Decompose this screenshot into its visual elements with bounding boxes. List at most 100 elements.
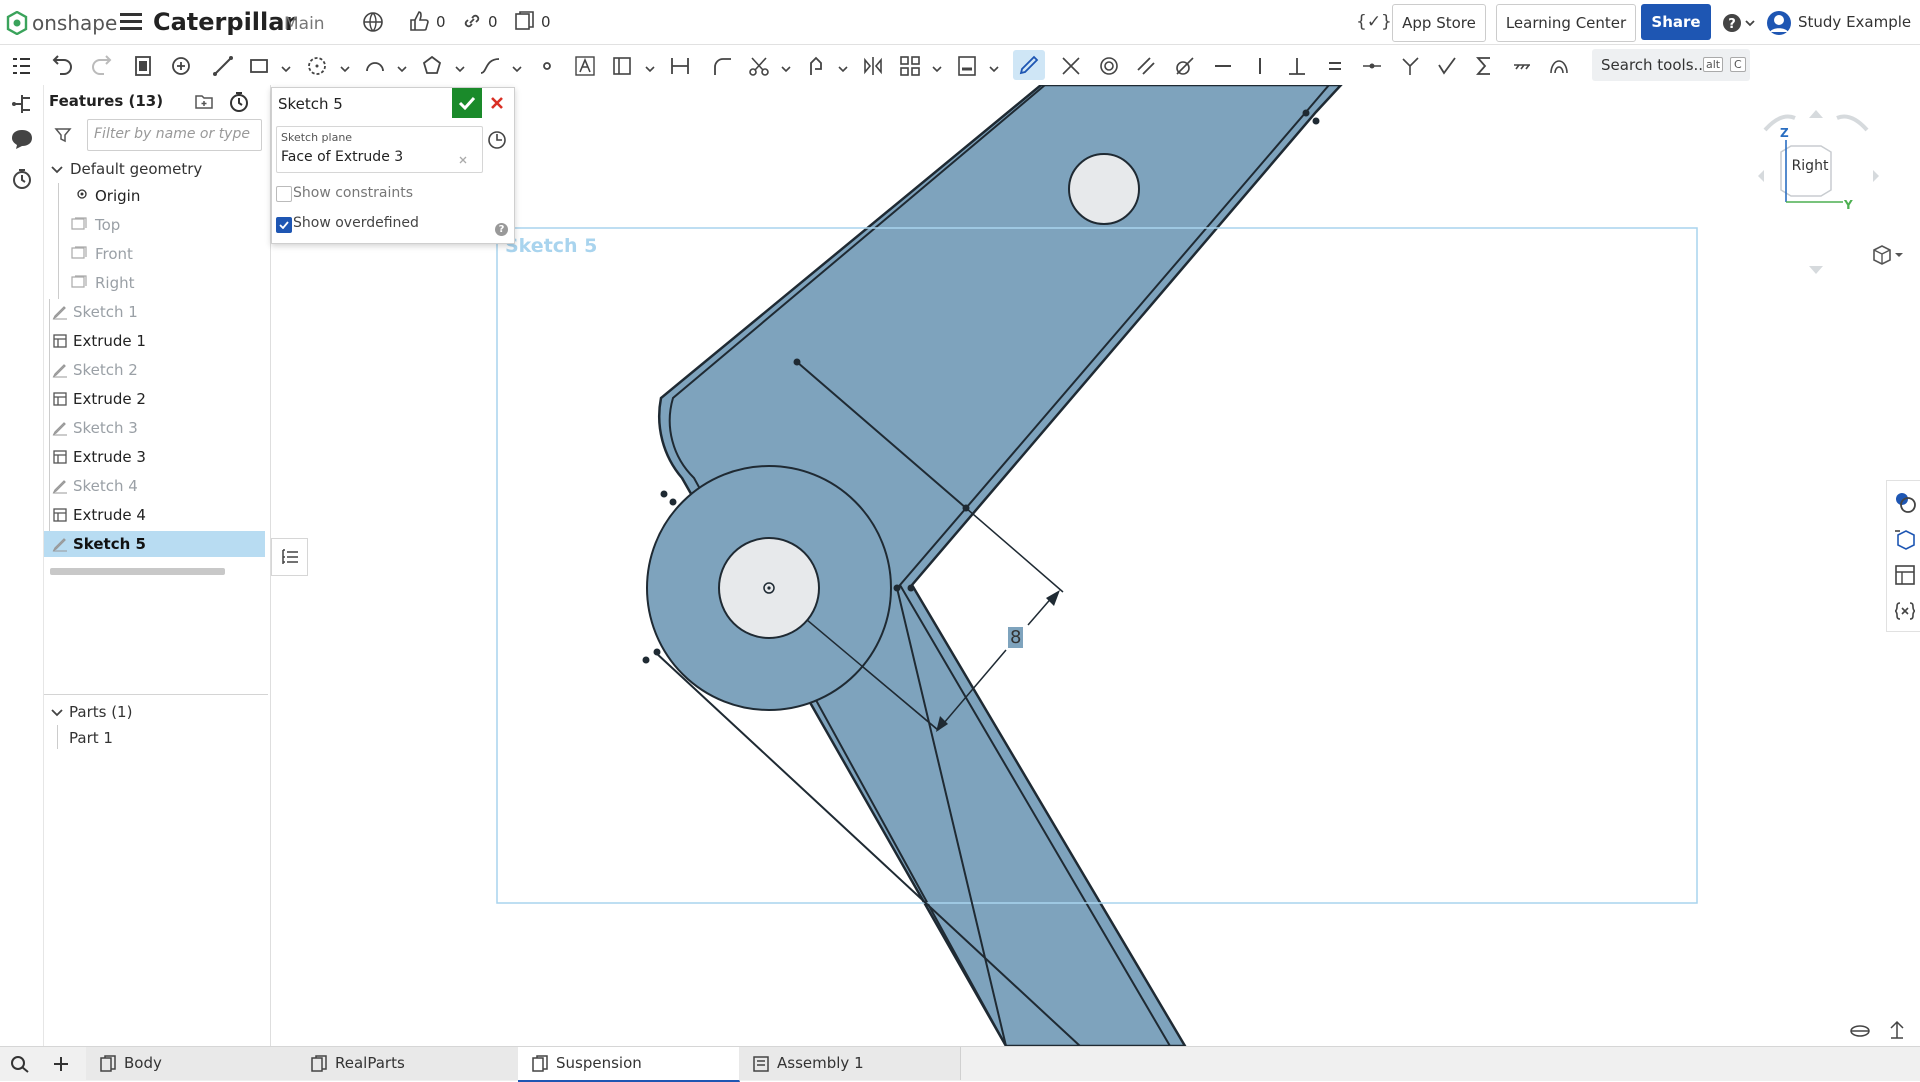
equal-constraint-icon[interactable] (1322, 53, 1348, 79)
spline-dropdown-icon[interactable] (512, 59, 522, 73)
bill-of-materials-icon[interactable] (1893, 563, 1917, 591)
undo-icon[interactable] (50, 53, 76, 79)
filter-icon[interactable] (54, 126, 72, 148)
feature-item[interactable]: Extrude 2 (44, 386, 268, 415)
transform-dropdown-icon[interactable] (838, 59, 848, 73)
sketch-mode-icon[interactable] (1013, 50, 1045, 80)
dxf-dropdown-icon[interactable] (989, 59, 999, 73)
feature-list-icon[interactable] (8, 53, 34, 79)
rollback-timer-icon[interactable] (229, 91, 249, 117)
spline-tool-icon[interactable] (477, 53, 503, 79)
appearance-icon[interactable] (1893, 490, 1917, 518)
measure-icon[interactable] (1887, 1020, 1907, 1044)
app-store-button[interactable]: App Store (1392, 4, 1486, 42)
tab-assembly-1[interactable]: Assembly 1 (739, 1047, 961, 1080)
use-icon[interactable] (168, 53, 194, 79)
text-tool-icon[interactable] (572, 53, 598, 79)
pattern-tool-icon[interactable] (897, 53, 923, 79)
feature-item[interactable]: Extrude 3 (44, 444, 268, 473)
user-name[interactable]: Study Example (1798, 13, 1911, 31)
circle-tool-icon[interactable] (304, 53, 330, 79)
tab-realparts[interactable]: RealParts (297, 1047, 519, 1080)
point-tool-icon[interactable] (534, 53, 560, 79)
history-icon[interactable] (10, 167, 34, 195)
clear-icon[interactable] (458, 155, 468, 165)
user-avatar-icon[interactable] (1766, 10, 1792, 40)
normal-constraint-icon[interactable] (1397, 53, 1423, 79)
cancel-button[interactable] (485, 90, 509, 116)
feature-item[interactable]: Sketch 3 (44, 415, 268, 444)
feature-item[interactable]: Extrude 1 (44, 328, 268, 357)
view-normal-icon[interactable] (486, 129, 508, 155)
curvature-constraint-icon[interactable] (1546, 53, 1572, 79)
feature-list-scrollbar[interactable] (50, 568, 225, 575)
arc-tool-icon[interactable] (362, 53, 388, 79)
sketch-list-toggle[interactable] (271, 538, 308, 576)
line-tool-icon[interactable] (210, 53, 236, 79)
feature-filter-input[interactable]: Filter by name or type (87, 119, 262, 151)
transform-tool-icon[interactable] (803, 53, 829, 79)
dxf-import-icon[interactable] (954, 53, 980, 79)
perpendicular-constraint-icon[interactable] (1284, 53, 1310, 79)
sketch-plane-field[interactable]: Sketch plane Face of Extrude 3 (276, 126, 483, 173)
configurations-icon[interactable] (10, 92, 34, 120)
tab-body[interactable]: Body (86, 1047, 298, 1080)
vertical-constraint-icon[interactable] (1247, 53, 1273, 79)
add-tab-icon[interactable] (52, 1055, 70, 1077)
feature-item[interactable]: Front (44, 241, 268, 270)
tab-suspension[interactable]: Suspension (518, 1047, 740, 1082)
feature-item[interactable]: Sketch 1 (44, 299, 268, 328)
variables-icon[interactable] (1893, 599, 1917, 627)
symmetric-constraint-icon[interactable] (1471, 53, 1497, 79)
concentric-constraint-icon[interactable] (1096, 53, 1122, 79)
like-icon[interactable] (408, 10, 430, 36)
pierce-constraint-icon[interactable] (1434, 53, 1460, 79)
feature-item[interactable]: Sketch 5 (44, 531, 265, 557)
fix-constraint-icon[interactable] (1509, 53, 1535, 79)
midpoint-constraint-icon[interactable] (1359, 53, 1385, 79)
pattern-dropdown-icon[interactable] (932, 59, 942, 73)
fillet-tool-icon[interactable] (709, 53, 735, 79)
trim-tool-icon[interactable] (746, 53, 772, 79)
tangent-constraint-icon[interactable] (1172, 53, 1198, 79)
feature-item[interactable]: Origin (44, 183, 268, 212)
horizontal-constraint-icon[interactable] (1210, 53, 1236, 79)
sketch-dialog-title[interactable]: Sketch 5 (278, 95, 343, 113)
globe-icon[interactable] (362, 11, 384, 37)
section-view-icon[interactable] (1849, 1022, 1871, 1044)
variable-studio-icon[interactable]: {✓} (1356, 12, 1392, 32)
polygon-tool-icon[interactable] (419, 53, 445, 79)
feature-item[interactable]: Top (44, 212, 268, 241)
document-title[interactable]: Caterpillar (153, 8, 296, 36)
arc-dropdown-icon[interactable] (397, 59, 407, 73)
feature-item[interactable]: Sketch 4 (44, 473, 268, 502)
learning-center-button[interactable]: Learning Center (1496, 4, 1636, 42)
rectangle-dropdown-icon[interactable] (281, 59, 291, 73)
construction-dropdown-icon[interactable] (645, 59, 655, 73)
sketch-canvas[interactable] (271, 85, 1920, 1046)
view-options-icon[interactable] (1870, 244, 1904, 270)
share-button[interactable]: Share (1641, 4, 1711, 40)
part-item[interactable]: Part 1 (69, 729, 113, 747)
polygon-dropdown-icon[interactable] (455, 59, 465, 73)
view-cube[interactable]: Right Z Y (1751, 98, 1881, 298)
copy-icon[interactable] (514, 11, 536, 35)
mirror-tool-icon[interactable] (860, 53, 886, 79)
construction-tool-icon[interactable] (609, 53, 635, 79)
help-small-icon[interactable]: ? (495, 223, 508, 236)
search-tools-input[interactable]: Search tools... alt C (1592, 49, 1750, 81)
comments-icon[interactable] (10, 128, 34, 154)
show-constraints-checkbox[interactable] (276, 186, 292, 202)
tab-manager-icon[interactable] (8, 1055, 32, 1077)
feature-item[interactable]: Sketch 2 (44, 357, 268, 386)
parts-toggle[interactable]: Parts (1) (49, 700, 264, 726)
rectangle-tool-icon[interactable] (246, 53, 272, 79)
dimension-value[interactable]: 8 (1008, 627, 1024, 648)
graphics-viewport[interactable]: Sketch 5 8 Right Z Y (271, 85, 1920, 1046)
dimension-tool-icon[interactable] (667, 53, 693, 79)
workspace-name[interactable]: Main (284, 14, 325, 34)
insert-icon[interactable] (130, 53, 156, 79)
top-hole[interactable] (1068, 153, 1140, 225)
coincident-constraint-icon[interactable] (1058, 53, 1084, 79)
confirm-button[interactable] (452, 88, 482, 118)
